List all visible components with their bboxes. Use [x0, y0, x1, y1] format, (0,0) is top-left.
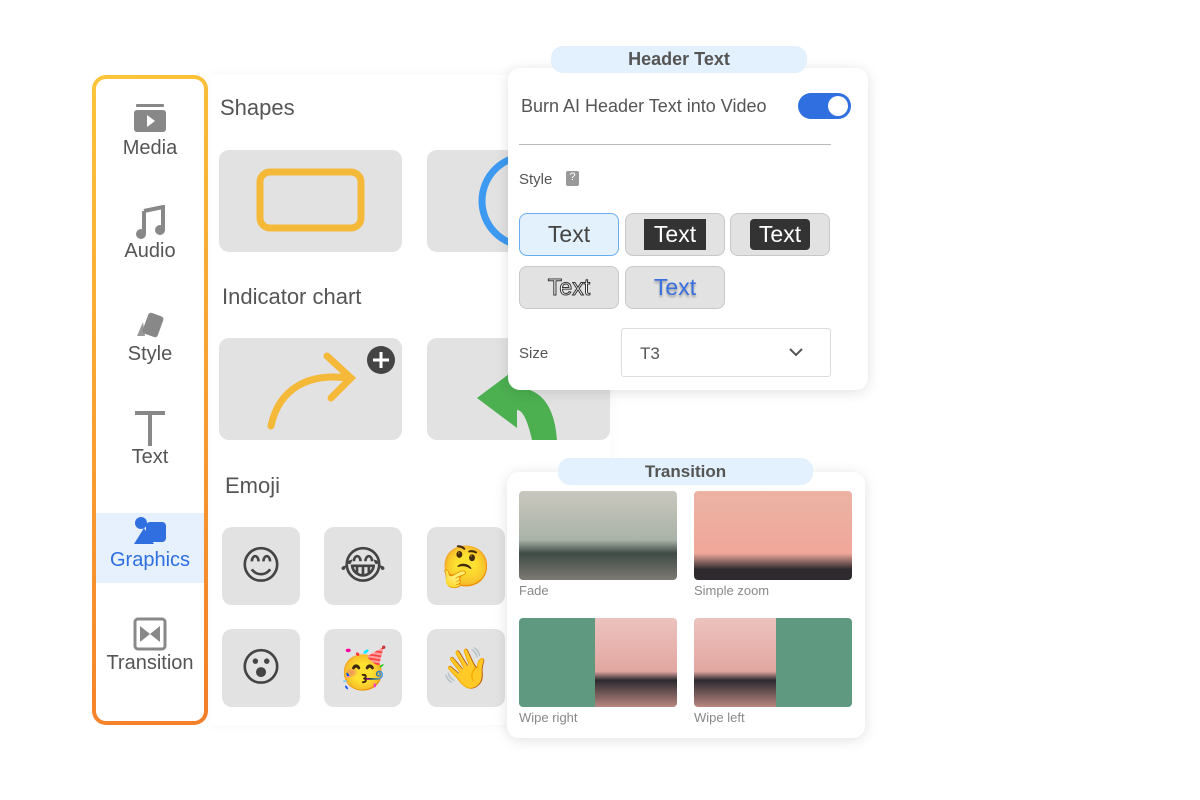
emoji-party[interactable]: 🥳	[324, 629, 402, 707]
sidebar-item-label: Text	[131, 446, 169, 468]
transition-simple-zoom[interactable]	[694, 491, 852, 580]
transition-fade[interactable]	[519, 491, 677, 580]
header-text-title: Header Text	[551, 46, 807, 73]
media-icon	[96, 101, 204, 137]
style-option-label: Text	[749, 219, 811, 250]
transition-icon	[96, 616, 204, 652]
sidebar-item-audio[interactable]: Audio	[96, 204, 204, 274]
sidebar-item-media[interactable]: Media	[96, 101, 204, 171]
emoji-wave[interactable]: 👋	[427, 629, 505, 707]
style-option-label: Text	[547, 274, 591, 301]
style-option-outline[interactable]: Text	[519, 266, 619, 309]
indicator-curved-arrow[interactable]	[219, 338, 402, 440]
style-option-label: Text	[653, 274, 697, 300]
emoji-thinking[interactable]: 🤔	[427, 527, 505, 605]
transition-label: Simple zoom	[694, 583, 770, 598]
sidebar-item-label: Media	[122, 137, 178, 159]
sidebar-item-label: Style	[127, 343, 173, 365]
sidebar-item-style[interactable]: Style	[96, 307, 204, 377]
sidebar-item-label: Transition	[106, 652, 194, 674]
burn-label: Burn AI Header Text into Video	[521, 96, 767, 116]
style-option-box[interactable]: Text	[625, 213, 725, 256]
style-option-plain[interactable]: Text	[519, 213, 619, 256]
divider	[519, 144, 831, 145]
size-select[interactable]: T3	[621, 328, 831, 377]
section-title-indicator-chart: Indicator chart	[222, 284, 362, 309]
transition-label: Wipe left	[694, 710, 745, 725]
sidebar-item-text[interactable]: Text	[96, 410, 204, 480]
style-option-label: Text	[643, 219, 707, 250]
graphics-icon	[96, 513, 204, 549]
style-option-blue-shadow[interactable]: Text	[625, 266, 725, 309]
transition-wipe-right[interactable]	[519, 618, 677, 707]
size-label: Size	[519, 345, 549, 362]
sidebar-item-label: Audio	[124, 240, 176, 262]
transition-label: Wipe right	[519, 710, 578, 725]
help-icon[interactable]: ?	[566, 171, 579, 186]
style-option-rounded-box[interactable]: Text	[730, 213, 830, 256]
section-title-emoji: Emoji	[225, 473, 281, 498]
style-option-label: Text	[547, 221, 591, 247]
chevron-down-icon	[789, 348, 803, 357]
text-icon	[96, 410, 204, 446]
emoji-smile[interactable]: 😊	[222, 527, 300, 605]
sidebar: Media Audio Style Text Graphics Transiti…	[92, 75, 208, 725]
sidebar-item-graphics[interactable]: Graphics	[96, 513, 204, 583]
emoji-tears-of-joy[interactable]: 😂	[324, 527, 402, 605]
shape-rectangle[interactable]	[219, 150, 402, 252]
emoji-surprised[interactable]: 😮	[222, 629, 300, 707]
transition-title: Transition	[558, 458, 813, 485]
style-swatch-icon	[96, 307, 204, 343]
header-text-panel: Burn AI Header Text into Video Style ? T…	[508, 68, 868, 390]
transition-panel: Fade Simple zoom Wipe right Wipe left	[507, 472, 865, 738]
music-note-icon	[96, 204, 204, 240]
transition-label: Fade	[519, 583, 549, 598]
section-title-shapes: Shapes	[220, 95, 295, 120]
sidebar-item-label: Graphics	[109, 549, 191, 571]
style-label: Style	[519, 171, 553, 188]
sidebar-item-transition[interactable]: Transition	[96, 616, 204, 686]
burn-toggle[interactable]	[798, 93, 851, 119]
size-value: T3	[640, 344, 660, 363]
transition-wipe-left[interactable]	[694, 618, 852, 707]
